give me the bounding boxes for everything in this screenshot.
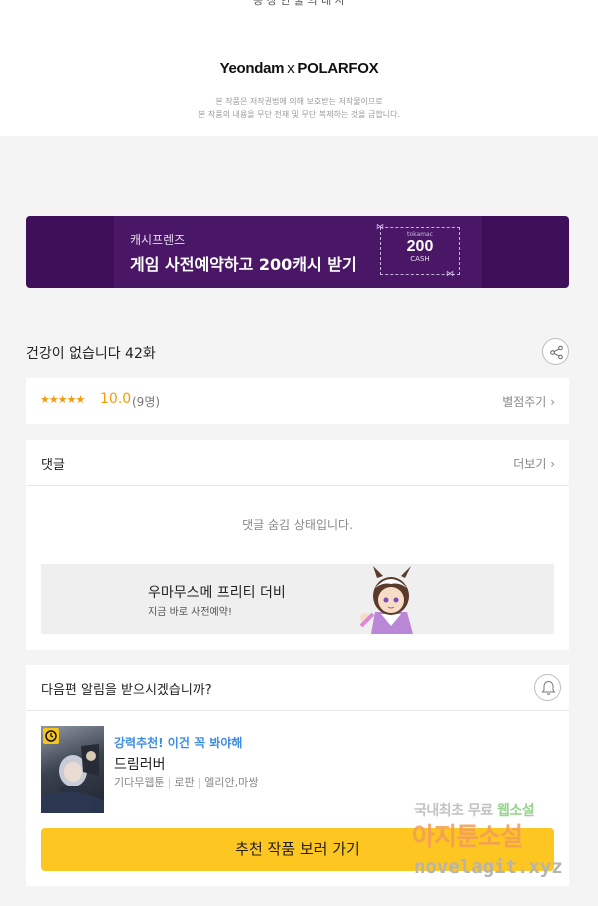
bell-icon (541, 680, 556, 695)
cash-coupon: tokamac 200 CASH (380, 227, 460, 275)
coupon-amount: 200 (406, 238, 434, 255)
banner-inner: 캐시프렌즈 게임 사전예약하고 200캐시 받기 tokamac 200 CAS… (114, 216, 482, 288)
rating-stars: ★★★★★ (40, 393, 85, 406)
rate-button[interactable]: 별점주기 › (502, 393, 555, 410)
banner-title: 게임 사전예약하고 200캐시 받기 (130, 255, 357, 274)
publisher-logo: Yeondam x POLARFOX (0, 60, 598, 77)
recommended-work-title[interactable]: 드림러버 (114, 754, 166, 774)
divider (26, 710, 569, 711)
comments-hidden-note: 댓글 숨김 상태입니다. (242, 518, 353, 532)
meta-authors: 엘리안,마쌍 (204, 776, 259, 789)
ad-subtitle: 지금 바로 사전예약! (148, 607, 232, 618)
publisher-logo-x: x (287, 60, 295, 77)
ad-title: 우마무스메 프리티 더비 (148, 585, 286, 601)
ribbon-icon: ⋈ (376, 222, 384, 231)
wait-free-clock-icon (43, 728, 59, 744)
notify-bell-button[interactable] (534, 674, 561, 701)
comments-heading: 댓글 (41, 458, 65, 473)
comments-card: 댓글 더보기 › 댓글 숨김 상태입니다. 우마무스메 프리티 더비 지금 바로… (26, 440, 569, 650)
meta-category: 기다무웹툰 (114, 776, 165, 789)
publisher-logo-left: Yeondam (219, 60, 285, 77)
divider (26, 485, 569, 486)
coupon-brand: tokamac (407, 231, 433, 238)
recommended-work-meta: 기다무웹툰 | 로판 | 엘리안,마쌍 (114, 776, 259, 789)
rate-button-label: 별점주기 (502, 395, 547, 409)
comments-more-label: 더보기 (513, 457, 547, 471)
copyright-notice: 본 작품은 저작권법에 의해 보호받는 저작물이므로 본 작품의 내용을 무단 … (0, 95, 598, 121)
cashfriends-banner[interactable]: 캐시프렌즈 게임 사전예약하고 200캐시 받기 tokamac 200 CAS… (26, 216, 569, 288)
share-icon (550, 345, 563, 360)
watermark-line-3: novelagit.xyz (414, 856, 563, 878)
episode-end-area: 등 장 인 물 의 대 사 Yeondam x POLARFOX 본 작품은 저작권… (0, 0, 598, 136)
chevron-right-icon: › (550, 457, 555, 471)
rating-score: 10.0 (100, 391, 132, 407)
copyright-line-1: 본 작품은 저작권법에 의해 보호받는 저작물이므로 (215, 97, 383, 106)
character-illustration (359, 566, 413, 634)
rating-count: (9명) (132, 395, 161, 409)
rating-card: ★★★★★ 10.0 (9명) 별점주기 › (26, 378, 569, 424)
publisher-logo-right: POLARFOX (297, 60, 379, 77)
cut-off-text: 등 장 인 물 의 대 사 (253, 0, 345, 7)
copyright-line-2: 본 작품의 내용을 무단 전재 및 무단 복제하는 것을 금합니다. (197, 110, 401, 119)
watermark-line-2: 아지툰소설 (412, 822, 523, 851)
share-button[interactable] (542, 338, 569, 365)
banner-subtitle: 캐시프렌즈 (130, 233, 186, 247)
episode-title: 건강이 없습니다 42화 (26, 346, 156, 362)
comments-more-button[interactable]: 더보기 › (513, 455, 555, 472)
ribbon-icon: ⋈ (446, 269, 454, 278)
notify-question: 다음편 알림을 받으시겠습니까? (41, 683, 212, 698)
recommended-work-thumbnail[interactable] (41, 726, 104, 813)
game-ad-banner[interactable]: 우마무스메 프리티 더비 지금 바로 사전예약! (41, 564, 554, 634)
site-watermark: 국내최초 무료 웹소설 아지툰소설 novelagit.xyz (412, 800, 584, 888)
recommend-label: 강력추천! 이건 꼭 봐야해 (114, 736, 243, 750)
meta-genre: 로판 (174, 776, 195, 789)
coupon-unit: CASH (410, 255, 430, 263)
chevron-right-icon: › (550, 395, 555, 409)
